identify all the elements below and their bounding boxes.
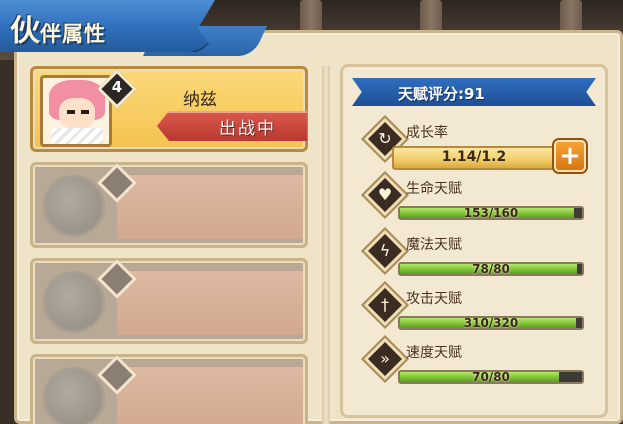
empty-slot-body (117, 271, 303, 335)
empty-portrait (43, 175, 105, 237)
page-title-first: 伙 (10, 14, 40, 49)
heart-icon-glyph: ♥ (377, 185, 393, 204)
empty-slot-body (117, 367, 303, 424)
level-number: 4 (111, 78, 123, 96)
panel-divider (322, 66, 330, 424)
growth-label: 成长率 (406, 125, 448, 141)
empty-portrait (43, 271, 105, 333)
boot-icon-glyph: » (380, 349, 390, 368)
talent-bar: 153/160 (398, 206, 584, 220)
talent-value: 310/320 (463, 316, 519, 330)
growth-value: 1.14/1.2 (441, 149, 507, 165)
partner-slot-empty[interactable] (30, 258, 308, 344)
talent-value: 70/80 (472, 370, 510, 384)
partner-slot-empty[interactable] (30, 354, 308, 424)
talent-label: 魔法天赋 (406, 237, 462, 253)
talent-value: 78/80 (472, 262, 510, 276)
partner-list: 4 纳兹 出战中 (30, 66, 310, 424)
sword-icon-glyph: † (381, 295, 389, 314)
empty-portrait (43, 367, 105, 424)
partner-name: 纳兹 (183, 90, 217, 110)
portrait-scarf (51, 128, 103, 144)
lightning-icon-glyph: ϟ (379, 241, 391, 260)
portrait-face (59, 98, 95, 130)
talent-bar: 310/320 (398, 316, 584, 330)
growth-plus-button[interactable]: + (554, 140, 586, 172)
talent-value: 153/160 (463, 206, 519, 220)
partner-slot-active[interactable]: 4 纳兹 出战中 (30, 66, 308, 152)
talent-score: 天赋评分:91 (398, 85, 485, 103)
status-label: 出战中 (219, 119, 276, 139)
talent-bar: 78/80 (398, 262, 584, 276)
talent-label: 攻击天赋 (406, 291, 462, 307)
talent-label: 生命天赋 (406, 181, 462, 197)
talent-label: 速度天赋 (406, 345, 462, 361)
talent-bar: 70/80 (398, 370, 584, 384)
partner-slot-empty[interactable] (30, 162, 308, 248)
portrait-eye (81, 110, 89, 114)
portrait-eye (67, 110, 75, 114)
empty-slot-body (117, 175, 303, 239)
page-title: 伙 伴属性 (10, 6, 106, 49)
page-title-rest: 伴属性 (40, 22, 106, 46)
